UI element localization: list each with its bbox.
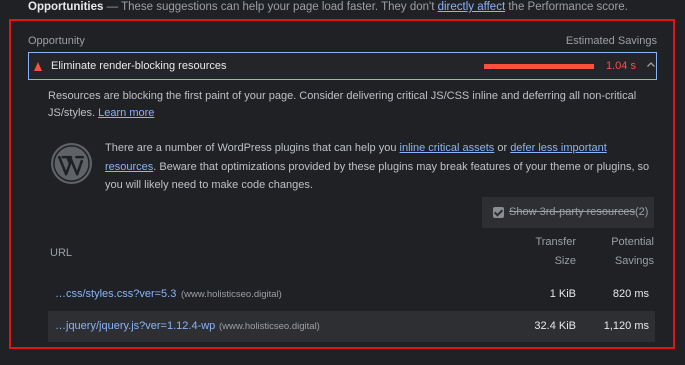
header-description-end: the Performance score. — [505, 1, 628, 13]
audit-summary-row[interactable]: Eliminate render-blocking resources 1.04… — [28, 52, 657, 80]
resource-url-link[interactable]: …jquery/jquery.js?ver=1.12.4-wp — [55, 320, 215, 332]
estimated-savings-column-header: Estimated Savings — [565, 35, 657, 47]
resource-host: (www.holisticseo.digital) — [219, 321, 320, 332]
transfer-size-value: 1 KiB — [549, 288, 576, 300]
chevron-up-icon[interactable] — [646, 60, 656, 70]
highlight-frame: Opportunity Estimated Savings Eliminate … — [9, 19, 675, 349]
audit-description: Resources are blocking the first paint o… — [48, 88, 658, 122]
url-column-header: URL — [50, 247, 73, 259]
wordpress-tip-text-3: . Beware that optimizations provided by … — [105, 160, 650, 192]
opportunity-column-header: Opportunity — [28, 35, 85, 47]
section-title: Opportunities — [28, 1, 104, 13]
potential-header-line1: Potential — [611, 236, 654, 248]
wordpress-icon — [50, 142, 93, 185]
wordpress-tip-text-2: or — [494, 142, 511, 154]
checkbox-checked-icon[interactable] — [493, 207, 504, 218]
opportunities-header: Opportunities — These suggestions can he… — [28, 0, 628, 16]
wordpress-tip-text-1: There are a number of WordPress plugins … — [105, 142, 400, 154]
potential-savings-value: 1,120 ms — [603, 320, 649, 332]
transfer-size-value: 32.4 KiB — [534, 320, 576, 332]
savings-value: 1.04 s — [606, 60, 636, 72]
third-party-count: (2) — [635, 206, 649, 218]
third-party-label: Show 3rd-party resources — [509, 206, 635, 218]
potential-savings-value: 820 ms — [612, 288, 649, 300]
resource-url-link[interactable]: …css/styles.css?ver=5.3 — [55, 288, 176, 300]
directly-affect-link[interactable]: directly affect — [438, 1, 506, 13]
transfer-size-column-header: Transfer Size — [511, 233, 576, 271]
wordpress-tip: There are a number of WordPress plugins … — [105, 139, 660, 195]
potential-savings-column-header: Potential Savings — [586, 233, 654, 271]
audit-title: Eliminate render-blocking resources — [51, 60, 227, 72]
potential-header-line2: Savings — [614, 255, 654, 267]
table-row: …jquery/jquery.js?ver=1.12.4-wp (www.hol… — [48, 311, 655, 342]
resource-host: (www.holisticseo.digital) — [181, 289, 282, 300]
savings-bar — [484, 64, 594, 69]
inline-critical-assets-link[interactable]: inline critical assets — [400, 142, 495, 154]
table-row: …css/styles.css?ver=5.3 (www.holisticseo… — [48, 279, 655, 310]
header-description-start: These suggestions can help your page loa… — [121, 1, 438, 13]
transfer-header-line2: Size — [554, 255, 576, 267]
third-party-filter[interactable]: Show 3rd-party resources (2) — [482, 197, 654, 228]
header-dash: — — [103, 1, 122, 13]
transfer-header-line1: Transfer — [535, 236, 576, 248]
learn-more-link[interactable]: Learn more — [98, 107, 154, 119]
warning-triangle-icon — [34, 62, 42, 71]
